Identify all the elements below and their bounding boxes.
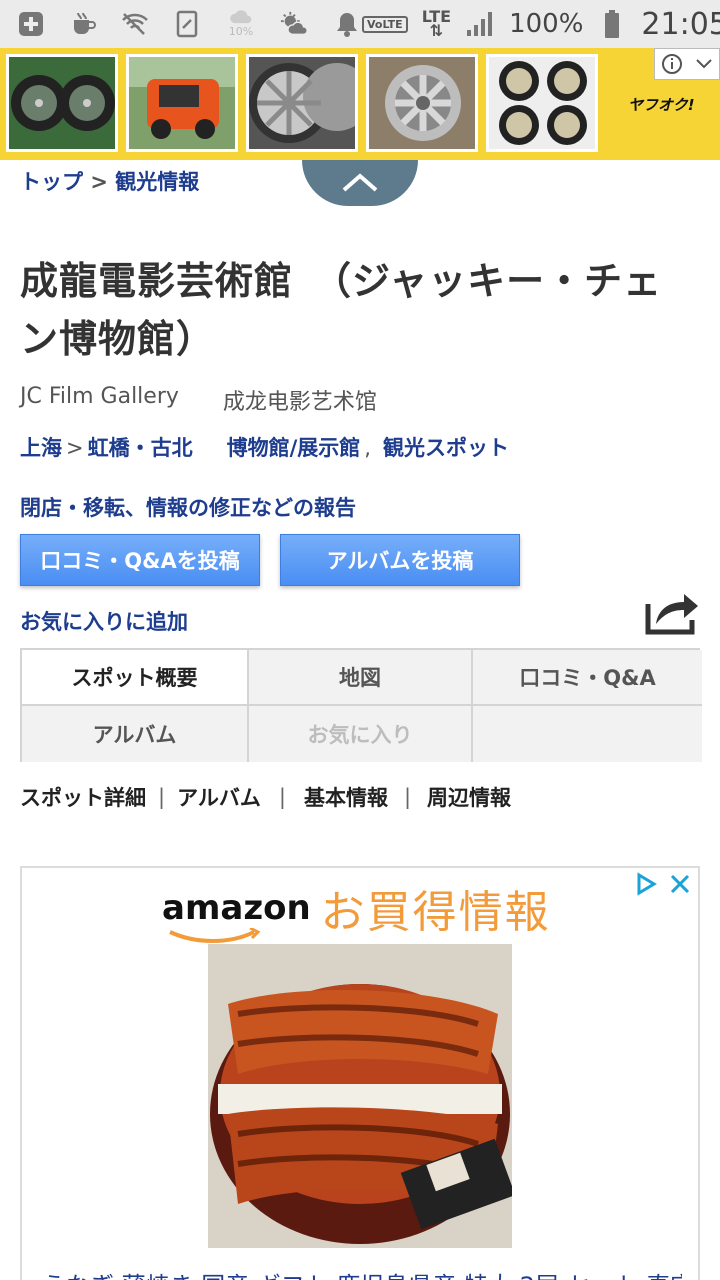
tab-map[interactable]: 地図 bbox=[249, 650, 473, 706]
tab-reviews[interactable]: 口コミ・Q&A bbox=[473, 650, 702, 706]
weather-icon bbox=[280, 10, 310, 38]
post-album-button[interactable]: アルバムを投稿 bbox=[280, 534, 520, 586]
wifi-off-icon bbox=[120, 10, 150, 38]
sim-icon bbox=[172, 10, 202, 38]
nav-nearby-info[interactable]: 周辺情報 bbox=[427, 782, 511, 812]
ad-image-alloy-wheel[interactable] bbox=[366, 54, 478, 152]
chevron-up-icon bbox=[342, 173, 378, 192]
page-title: 成龍電影芸術館 （ジャッキー・チェン博物館） bbox=[20, 259, 663, 361]
nav-separator: | bbox=[403, 785, 412, 809]
top-ad-banner[interactable]: ヤフオク! bbox=[0, 48, 720, 160]
report-correction-link[interactable]: 閉店・移転、情報の修正などの報告 bbox=[20, 492, 356, 522]
tab-album[interactable]: アルバム bbox=[22, 706, 249, 762]
spot-categories: 上海 > 虹橋・古北 博物館/展示館 , 観光スポット bbox=[20, 432, 509, 462]
category-spot-link[interactable]: 観光スポット bbox=[383, 432, 509, 462]
section-nav: スポット詳細 | アルバム | 基本情報 | 周辺情報 bbox=[20, 782, 511, 812]
adchoices-icon[interactable] bbox=[630, 870, 662, 898]
district-link[interactable]: 虹橋・古北 bbox=[88, 432, 193, 462]
bell-icon bbox=[332, 10, 362, 38]
clock: 21:05 bbox=[641, 6, 720, 42]
amazon-ad[interactable]: amazon お買得情報 うなぎ 蒲焼き 国産 ギフト 鹿児島県産 特大 2尾 … bbox=[20, 866, 700, 1280]
breadcrumb-tourism-link[interactable]: 観光情報 bbox=[115, 170, 199, 194]
ad-image-silver-wheel[interactable] bbox=[246, 54, 358, 152]
nav-spot-details[interactable]: スポット詳細 bbox=[20, 782, 146, 812]
close-ad-icon[interactable] bbox=[664, 870, 696, 898]
amazon-logo: amazon bbox=[162, 888, 311, 943]
breadcrumb-top-link[interactable]: トップ bbox=[20, 170, 83, 194]
rain-chance: 10% bbox=[228, 25, 254, 38]
post-review-button[interactable]: 口コミ・Q&Aを投稿 bbox=[20, 534, 260, 586]
chinese-name: 成龙电影艺术馆 bbox=[222, 390, 377, 415]
ad-image-tire-set[interactable] bbox=[486, 54, 598, 152]
ad-info-button[interactable] bbox=[654, 48, 720, 80]
tab-overview[interactable]: スポット概要 bbox=[22, 650, 249, 706]
share-icon[interactable] bbox=[644, 586, 700, 636]
nav-separator: | bbox=[158, 785, 166, 809]
amazon-ad-tagline: お買得情報 bbox=[320, 887, 551, 938]
battery-percent: 100% bbox=[509, 9, 584, 39]
lte-indicator: LTE ⇅ bbox=[421, 7, 452, 40]
category-separator: , bbox=[364, 436, 371, 460]
status-bar: 10% VoLTE LTE ⇅ 100% 21:05 bbox=[0, 0, 720, 48]
chevron-down-icon bbox=[696, 59, 712, 69]
yahuoku-logo[interactable]: ヤフオク! bbox=[628, 94, 695, 115]
cup-icon bbox=[68, 10, 98, 38]
volte-badge: VoLTE bbox=[362, 15, 408, 33]
cloud-icon: 10% bbox=[224, 10, 258, 38]
category-museum-link[interactable]: 博物館/展示館 bbox=[227, 432, 361, 462]
ad-product-image-unagi[interactable] bbox=[208, 944, 516, 1248]
collapse-ad-tab[interactable] bbox=[302, 160, 418, 206]
signal-icon bbox=[465, 10, 495, 38]
nav-album[interactable]: アルバム bbox=[177, 782, 261, 812]
ad-controls bbox=[630, 870, 696, 898]
spot-alt-names: JC Film Gallery 成龙电影艺术馆 bbox=[20, 384, 377, 416]
breadcrumb-separator: > bbox=[90, 170, 108, 194]
ad-product-caption[interactable]: うなぎ 蒲焼き 国産 ギフト 鹿児島県産 特大 2尾 セット 真空パック bbox=[42, 1266, 682, 1280]
tab-favorites: お気に入り bbox=[249, 706, 473, 762]
ad-image-wheels-green[interactable] bbox=[6, 54, 118, 152]
breadcrumb: トップ > 観光情報 bbox=[20, 166, 199, 196]
info-icon bbox=[662, 54, 682, 74]
ad-image-small-car[interactable] bbox=[126, 54, 238, 152]
area-separator: > bbox=[66, 436, 84, 460]
battery-icon bbox=[597, 10, 627, 38]
area-link-shanghai[interactable]: 上海 bbox=[20, 432, 62, 462]
add-favorite-link[interactable]: お気に入りに追加 bbox=[20, 606, 188, 636]
nav-separator: | bbox=[278, 785, 286, 809]
nav-basic-info[interactable]: 基本情報 bbox=[304, 782, 388, 812]
amazon-ad-header: amazon お買得情報 bbox=[162, 876, 551, 943]
english-name: JC Film Gallery bbox=[20, 384, 179, 409]
plus-icon bbox=[16, 10, 46, 38]
spot-tabs: スポット概要 地図 口コミ・Q&A アルバム お気に入り bbox=[20, 648, 702, 762]
tab-empty bbox=[473, 706, 702, 762]
